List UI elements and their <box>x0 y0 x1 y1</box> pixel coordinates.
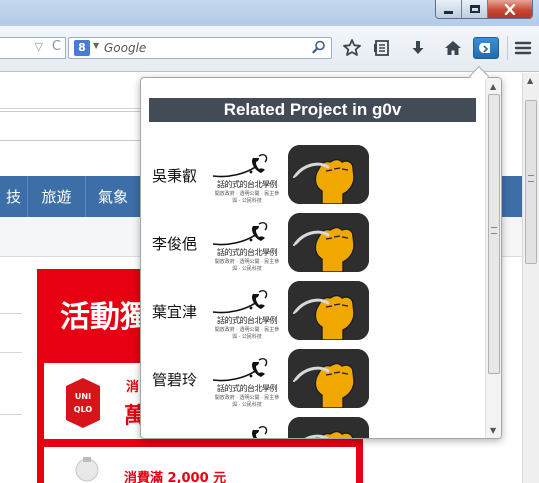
telephone-icon <box>252 425 268 438</box>
g0v-related-project-popup: Related Project in g0v 吳秉叡 話的式的台北學例 開放政府… <box>140 77 502 439</box>
raised-fist-icon <box>288 213 369 272</box>
project-logo-fist[interactable] <box>288 281 369 340</box>
raised-fist-icon <box>288 349 369 408</box>
promo-title: 活動獨 <box>60 300 150 335</box>
search-input[interactable] <box>104 40 294 56</box>
search-engine-caret-icon[interactable]: ▼ <box>93 41 99 50</box>
reading-list-icon[interactable] <box>372 38 392 58</box>
url-dropdown-icon[interactable]: ▽ <box>35 40 43 53</box>
raised-fist-icon <box>288 281 369 340</box>
page-scrollbar[interactable]: ▲ <box>522 73 539 483</box>
page-search-strip <box>0 111 152 141</box>
divider <box>0 352 22 353</box>
url-bar[interactable]: ▽ C <box>0 37 66 59</box>
popup-scroll-up-icon[interactable]: ▲ <box>490 82 496 91</box>
project-logo-telephone[interactable] <box>209 420 285 438</box>
pocket-icon <box>479 43 490 53</box>
popup-header: Related Project in g0v <box>149 98 476 122</box>
telephone-icon <box>212 357 268 382</box>
project-logo-fist[interactable] <box>288 145 369 204</box>
logo-caption: 話的式的台北學例 <box>217 384 278 393</box>
project-row: 葉宜津 話的式的台北學例 開放政府 · 透明公開 · 民主參與 · 公民科技 <box>141 278 485 342</box>
popup-content: Related Project in g0v 吳秉叡 話的式的台北學例 開放政府… <box>141 78 485 438</box>
search-engine-icon[interactable]: 8 <box>74 40 90 56</box>
nav-item-weather[interactable]: 氣象 <box>86 176 140 217</box>
logo-subcaption: 開放政府 · 透明公開 · 民主參與 · 公民科技 <box>214 259 280 272</box>
raised-fist-icon <box>288 417 369 438</box>
uniqlo-logo: UNI QLO <box>66 378 100 428</box>
logo-subcaption: 開放政府 · 透明公開 · 民主參與 · 公民科技 <box>214 191 280 204</box>
site-nav-bar-right <box>502 176 522 217</box>
telephone-icon <box>212 153 268 178</box>
project-logo-telephone[interactable]: 話的式的台北學例 開放政府 · 透明公開 · 民主參與 · 公民科技 <box>209 216 285 272</box>
reload-icon[interactable]: C <box>52 39 61 54</box>
nav-item-travel[interactable]: 旅遊 <box>28 176 86 217</box>
close-icon <box>504 3 516 15</box>
menu-icon[interactable] <box>513 38 533 58</box>
project-logo-fist[interactable] <box>288 417 369 438</box>
window-controls <box>435 0 533 19</box>
project-logo-fist[interactable] <box>288 213 369 272</box>
maximize-icon <box>469 5 480 13</box>
logo-caption: 話的式的台北學例 <box>217 248 278 257</box>
lightbulb-icon <box>75 457 99 482</box>
nav-item-tech[interactable]: 技 <box>0 176 28 217</box>
search-icon[interactable] <box>312 40 326 54</box>
divider <box>0 313 22 314</box>
promo-card2-text: 消費滿 2,000 元 <box>124 471 227 483</box>
legislator-name: 吳秉叡 <box>152 167 198 185</box>
logo-subcaption: 開放政府 · 透明公開 · 民主參與 · 公民科技 <box>214 395 280 408</box>
legislator-name: 管碧玲 <box>152 371 198 389</box>
logo-caption: 話的式的台北學例 <box>217 180 278 189</box>
search-bar[interactable]: 8 ▼ <box>68 37 332 59</box>
page-header-area <box>0 73 152 109</box>
svg-text:QLO: QLO <box>74 405 93 414</box>
raised-fist-icon <box>288 145 369 204</box>
legislator-name: 李俊俋 <box>152 235 198 253</box>
close-button[interactable] <box>488 0 532 18</box>
project-logo-telephone[interactable]: 話的式的台北學例 開放政府 · 透明公開 · 民主參與 · 公民科技 <box>209 148 285 204</box>
pocket-button[interactable] <box>473 37 499 59</box>
toolbar-separator <box>507 36 508 60</box>
logo-subcaption: 開放政府 · 透明公開 · 民主參與 · 公民科技 <box>214 327 280 340</box>
window-titlebar <box>0 0 539 26</box>
minimize-icon <box>444 10 453 14</box>
site-nav-bar: 技 旅遊 氣象 <box>0 176 140 217</box>
project-logo-fist[interactable] <box>288 349 369 408</box>
telephone-icon <box>212 221 268 246</box>
project-row: 李俊俋 話的式的台北學例 開放政府 · 透明公開 · 民主參與 · 公民科技 <box>141 210 485 274</box>
maximize-button[interactable] <box>462 0 488 18</box>
minimize-button[interactable] <box>436 0 462 18</box>
telephone-icon <box>212 289 268 314</box>
logo-caption: 話的式的台北學例 <box>217 316 278 325</box>
project-row <box>141 414 485 438</box>
project-logo-telephone[interactable]: 話的式的台北學例 開放政府 · 透明公開 · 民主參與 · 公民科技 <box>209 352 285 408</box>
scroll-up-icon[interactable]: ▲ <box>527 76 533 85</box>
project-row: 管碧玲 話的式的台北學例 開放政府 · 透明公開 · 民主參與 · 公民科技 <box>141 346 485 410</box>
project-logo-telephone[interactable]: 話的式的台北學例 開放政府 · 透明公開 · 民主參與 · 公民科技 <box>209 284 285 340</box>
home-icon[interactable] <box>443 38 463 58</box>
popup-scrollbar[interactable]: ▲ ▼ <box>485 78 501 438</box>
legislator-name: 葉宜津 <box>152 303 198 321</box>
download-icon[interactable] <box>408 38 428 58</box>
popup-scrollbar-thumb[interactable] <box>488 94 500 374</box>
promo-card1-line1: 消 <box>126 380 140 395</box>
page-scrollbar-thumb[interactable] <box>525 100 537 264</box>
popup-scroll-down-icon[interactable]: ▼ <box>490 426 496 435</box>
svg-text:UNI: UNI <box>75 392 91 401</box>
project-row: 吳秉叡 話的式的台北學例 開放政府 · 透明公開 · 民主參與 · 公民科技 <box>141 142 485 206</box>
divider <box>0 414 22 415</box>
bookmark-star-icon[interactable] <box>342 38 362 58</box>
